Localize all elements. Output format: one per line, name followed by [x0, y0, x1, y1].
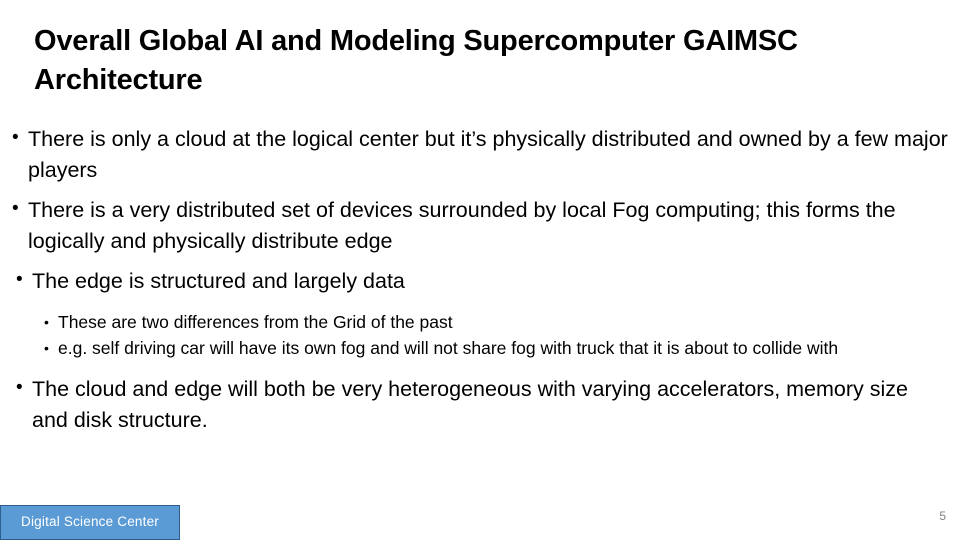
bullet-marker-icon: •: [44, 340, 49, 357]
sub-bullet-text: These are two differences from the Grid …: [58, 311, 453, 332]
page-number: 5: [939, 509, 946, 523]
bullet-marker-icon: •: [16, 376, 23, 398]
bullet-marker-icon: •: [16, 268, 23, 290]
bullet-marker-icon: •: [12, 127, 19, 148]
bullet-item: • There is a very distributed set of dev…: [0, 195, 948, 258]
bullet-item: • There is only a cloud at the logical c…: [0, 124, 948, 187]
bullet-text: There is a very distributed set of devic…: [28, 197, 896, 254]
bullet-text: There is only a cloud at the logical cen…: [28, 127, 948, 183]
bullet-item: • The cloud and edge will both be very h…: [0, 374, 948, 437]
sub-bullet-item: • These are two differences from the Gri…: [0, 310, 948, 336]
bullet-text: The edge is structured and largely data: [32, 268, 405, 293]
sub-bullet-text: e.g. self driving car will have its own …: [58, 338, 839, 359]
bullet-text: The cloud and edge will both be very het…: [32, 376, 908, 433]
slide-title: Overall Global AI and Modeling Supercomp…: [34, 25, 798, 96]
slide: Overall Global AI and Modeling Supercomp…: [0, 0, 960, 540]
bullet-item: • The edge is structured and largely dat…: [0, 266, 948, 297]
bullet-marker-icon: •: [44, 313, 49, 330]
slide-body: • There is only a cloud at the logical c…: [0, 124, 948, 439]
sub-bullet-item: • e.g. self driving car will have its ow…: [0, 336, 948, 362]
digital-science-center-badge: Digital Science Center: [0, 505, 180, 540]
bullet-marker-icon: •: [12, 197, 19, 219]
